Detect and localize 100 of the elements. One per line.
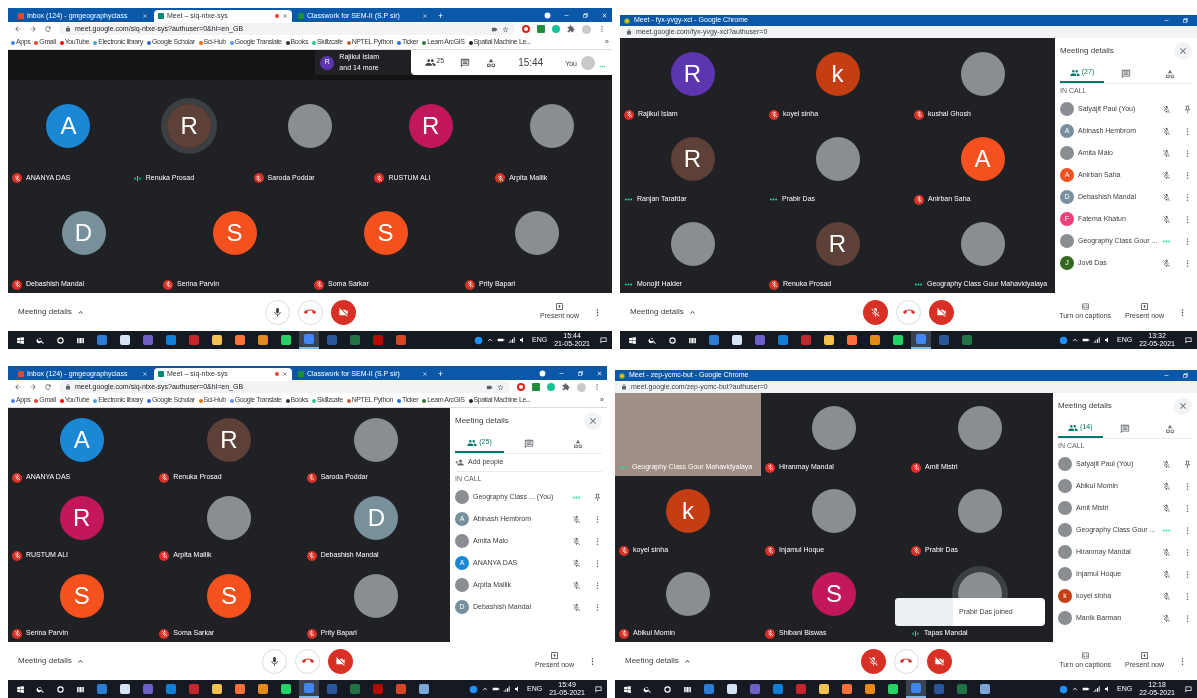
pin-icon[interactable] [1183, 459, 1192, 469]
close-button[interactable] [1174, 397, 1192, 415]
extensions-icon[interactable] [567, 25, 575, 33]
battery-icon[interactable] [497, 336, 505, 344]
meeting-details-button[interactable]: Meeting details [18, 655, 85, 667]
account-icon[interactable] [544, 11, 551, 19]
network-icon[interactable] [508, 336, 516, 344]
microphone-button[interactable] [860, 648, 886, 674]
show-hidden-icons-icon[interactable] [1071, 685, 1079, 693]
battery-icon[interactable] [492, 685, 500, 693]
battery-icon[interactable] [1082, 685, 1090, 693]
meeting-details-button[interactable]: Meeting details [18, 306, 85, 318]
start-icon[interactable] [16, 335, 25, 345]
close-tab-icon[interactable] [142, 371, 148, 377]
help-icon[interactable] [469, 684, 478, 694]
close-button[interactable] [1174, 42, 1192, 60]
reload-icon[interactable] [44, 383, 52, 391]
activities-icon[interactable] [486, 57, 497, 68]
meeting-clock: 15:44 [517, 56, 545, 70]
muted-mic-icon [1162, 503, 1171, 513]
cortana-icon[interactable] [56, 684, 65, 694]
search-icon[interactable] [36, 684, 45, 694]
microphone-button[interactable] [863, 299, 888, 325]
meeting-details-button[interactable]: Meeting details [625, 655, 692, 667]
notifications-icon[interactable] [1184, 335, 1193, 345]
camera-button[interactable] [926, 648, 952, 674]
help-icon[interactable] [474, 335, 483, 345]
close-icon [1178, 46, 1188, 56]
show-hidden-icons-icon[interactable] [486, 336, 494, 344]
pin-icon[interactable] [593, 492, 602, 502]
microphone-button[interactable] [262, 648, 287, 674]
cortana-icon[interactable] [56, 335, 65, 345]
close-icon[interactable] [596, 369, 603, 377]
close-button[interactable] [584, 412, 602, 430]
close-tab-icon[interactable] [422, 371, 428, 377]
start-icon[interactable] [628, 335, 637, 345]
cortana-icon[interactable] [668, 335, 677, 345]
minimize-icon[interactable] [1163, 17, 1170, 24]
search-icon[interactable] [643, 684, 652, 694]
notifications-icon[interactable] [1184, 684, 1193, 694]
task-view-icon[interactable] [688, 335, 697, 345]
close-icon[interactable] [601, 11, 608, 19]
camera-button[interactable] [328, 648, 353, 674]
network-icon[interactable] [1093, 336, 1101, 344]
reload-icon[interactable] [44, 25, 52, 33]
restore-icon[interactable] [577, 369, 584, 377]
avatar: R [59, 496, 104, 540]
restore-icon[interactable] [582, 11, 589, 19]
leave-call-button[interactable] [295, 648, 320, 674]
microphone-button[interactable] [264, 299, 290, 325]
close-icon [1178, 401, 1188, 411]
search-icon[interactable] [648, 335, 657, 345]
search-icon[interactable] [36, 335, 45, 345]
leave-call-button[interactable] [297, 299, 323, 325]
extensions-icon[interactable] [562, 383, 570, 391]
show-hidden-icons-icon[interactable] [481, 685, 489, 693]
star-icon[interactable] [497, 383, 504, 391]
pin-icon[interactable] [1183, 104, 1192, 114]
chat-icon[interactable] [460, 57, 471, 68]
camera-button[interactable] [330, 299, 356, 325]
notifications-icon[interactable] [599, 335, 608, 345]
leave-call-button[interactable] [893, 648, 919, 674]
close-tab-icon[interactable] [282, 371, 288, 377]
leave-call-button[interactable] [896, 299, 921, 325]
photo-placeholder [1058, 523, 1072, 537]
show-hidden-icons-icon[interactable] [1071, 336, 1079, 344]
meeting-details-button[interactable]: Meeting details [630, 306, 697, 318]
chat-icon [523, 438, 534, 449]
camera-icon[interactable] [491, 25, 498, 33]
star-icon[interactable] [502, 25, 509, 33]
start-icon[interactable] [623, 684, 632, 694]
muted-mic-icon [769, 109, 779, 120]
help-icon[interactable] [1059, 684, 1068, 694]
network-icon[interactable] [1093, 685, 1101, 693]
camera-icon[interactable] [486, 383, 493, 391]
task-view-icon[interactable] [76, 335, 85, 345]
restore-icon[interactable] [1182, 17, 1189, 24]
photo-placeholder [1058, 611, 1072, 625]
new-tab-button[interactable]: + [434, 368, 448, 380]
photo-placeholder [288, 104, 332, 149]
muted-mic-icon [1162, 591, 1171, 601]
restore-icon[interactable] [1182, 372, 1189, 379]
cortana-icon[interactable] [663, 684, 672, 694]
task-view-icon[interactable] [683, 684, 692, 694]
network-icon[interactable] [503, 685, 511, 693]
close-tab-icon[interactable] [422, 13, 428, 19]
close-tab-icon[interactable] [282, 13, 288, 19]
camera-button[interactable] [929, 299, 954, 325]
new-tab-button[interactable]: + [434, 10, 448, 22]
task-view-icon[interactable] [76, 684, 85, 694]
account-icon[interactable] [539, 369, 546, 377]
minimize-icon[interactable] [1163, 372, 1170, 379]
help-icon[interactable] [1059, 335, 1068, 345]
muted-mic-icon [572, 602, 581, 612]
muted-mic-icon [1162, 192, 1171, 202]
notifications-icon[interactable] [594, 684, 603, 694]
close-tab-icon[interactable] [142, 13, 148, 19]
start-icon[interactable] [16, 684, 25, 694]
battery-icon[interactable] [1082, 336, 1090, 344]
muted-mic-icon [765, 462, 775, 473]
